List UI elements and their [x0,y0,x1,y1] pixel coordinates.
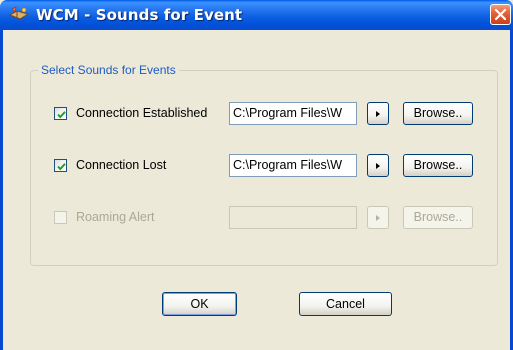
checkmark-icon [57,111,66,119]
group-label: Select Sounds for Events [38,63,179,77]
connection-established-label: Connection Established [76,106,208,120]
roaming-alert-path-field[interactable] [229,206,357,229]
sounds-dialog: WCM - Sounds for Event Select Sounds for… [0,0,513,350]
close-button[interactable] [490,4,511,25]
title-bar[interactable]: WCM - Sounds for Event [0,0,513,30]
app-icon [8,6,30,20]
connection-established-checkbox[interactable] [54,107,67,120]
play-icon [376,215,380,221]
connection-established-path-field[interactable]: C:\Program Files\W [229,102,357,125]
play-icon [376,163,380,169]
roaming-alert-browse-button[interactable]: Browse.. [403,206,473,229]
window-title: WCM - Sounds for Event [36,6,243,24]
roaming-alert-play-button[interactable] [367,206,389,229]
checkmark-icon [57,163,66,171]
close-icon [494,8,507,21]
connection-lost-browse-button[interactable]: Browse.. [403,154,473,177]
connection-lost-label: Connection Lost [76,158,167,172]
roaming-alert-checkbox[interactable] [54,211,67,224]
connection-lost-play-button[interactable] [367,154,389,177]
connection-established-play-button[interactable] [367,102,389,125]
connection-lost-path-field[interactable]: C:\Program Files\W [229,154,357,177]
cancel-button[interactable]: Cancel [299,292,392,316]
play-icon [376,111,380,117]
connection-lost-checkbox[interactable] [54,159,67,172]
ok-button[interactable]: OK [162,292,237,316]
roaming-alert-label: Roaming Alert [76,210,155,224]
connection-established-browse-button[interactable]: Browse.. [403,102,473,125]
